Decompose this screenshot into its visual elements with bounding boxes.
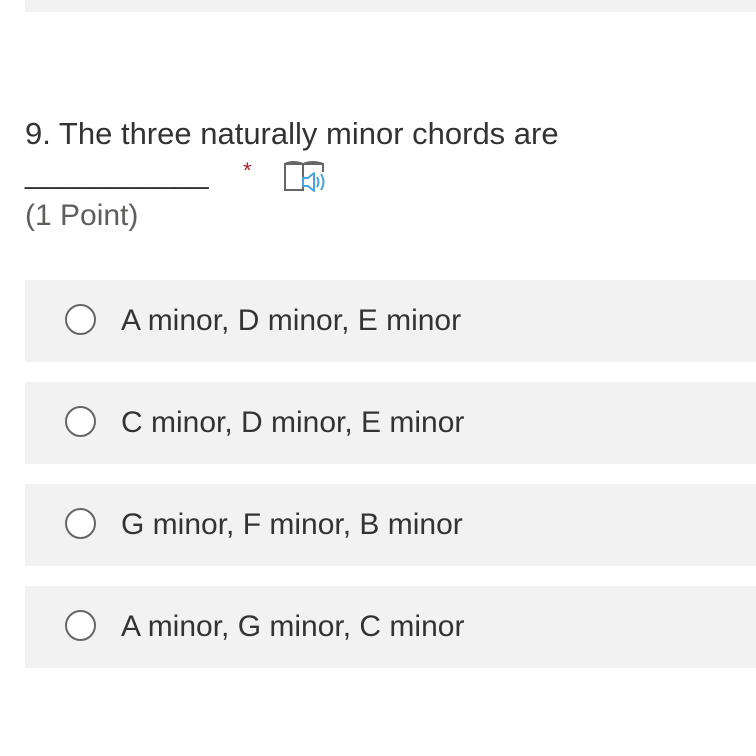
question-points: (1 Point) [25, 199, 139, 232]
answer-options: A minor, D minor, E minor C minor, D min… [25, 280, 756, 688]
question-text: The three naturally minor chords are [58, 116, 559, 151]
option-label: A minor, G minor, C minor [121, 610, 465, 643]
fill-in-blank: ___________ [25, 157, 209, 190]
option-label: A minor, D minor, E minor [121, 304, 462, 337]
question-blank-row: ___________ * [25, 154, 725, 198]
question-number: 9. [25, 116, 51, 151]
option-1[interactable]: A minor, D minor, E minor [25, 280, 756, 362]
radio-button[interactable] [65, 406, 96, 437]
radio-button[interactable] [65, 508, 96, 539]
option-3[interactable]: G minor, F minor, B minor [25, 484, 756, 566]
immersive-reader-icon[interactable] [283, 158, 327, 196]
form-page: 9. The three naturally minor chords are … [0, 0, 756, 756]
question-title: 9. The three naturally minor chords are [25, 114, 725, 154]
radio-button[interactable] [65, 610, 96, 641]
previous-question-card [25, 0, 756, 12]
question-block: 9. The three naturally minor chords are … [25, 114, 725, 236]
radio-button[interactable] [65, 304, 96, 335]
option-label: C minor, D minor, E minor [121, 406, 465, 439]
option-label: G minor, F minor, B minor [121, 508, 463, 541]
required-marker: * [243, 158, 252, 183]
option-2[interactable]: C minor, D minor, E minor [25, 382, 756, 464]
option-4[interactable]: A minor, G minor, C minor [25, 586, 756, 668]
